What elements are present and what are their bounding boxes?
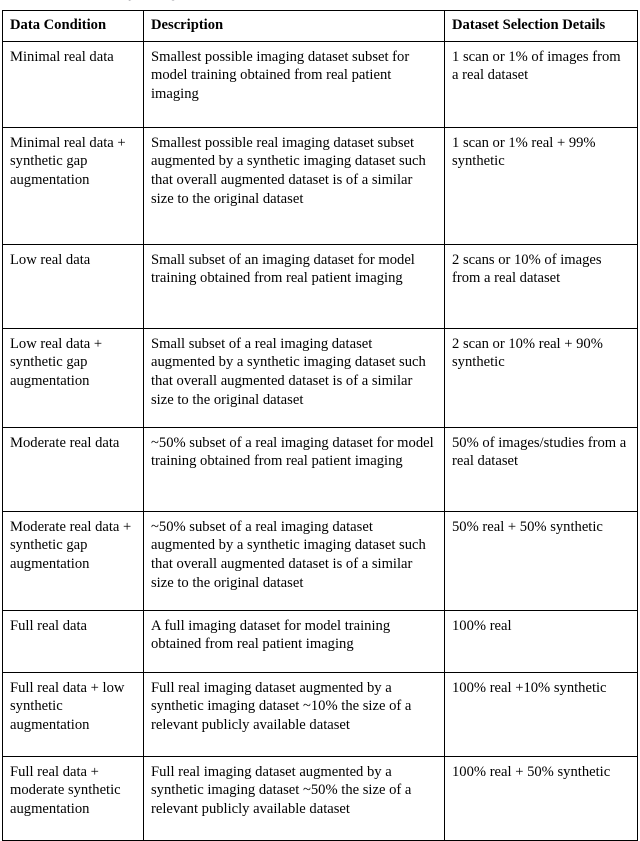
table-row: Low real data + synthetic gap augmentati… xyxy=(2,327,638,428)
cell-data-condition: Low real data xyxy=(2,243,144,329)
cell-dataset-selection-details: 50% real + 50% synthetic xyxy=(444,510,638,611)
column-header-dataset-selection-details: Dataset Selection Details xyxy=(444,10,638,42)
clipped-text-glyphs: ıl xyxy=(128,0,215,5)
table-header: Data Condition Description Dataset Selec… xyxy=(2,10,638,42)
cell-data-condition: Low real data + synthetic gap augmentati… xyxy=(2,327,144,428)
cell-data-condition: Full real data + low synthetic augmentat… xyxy=(2,671,144,757)
cell-data-condition: Moderate real data + synthetic gap augme… xyxy=(2,510,144,611)
table-row: Moderate real data ~50% subset of a real… xyxy=(2,426,638,512)
cell-description: Smallest possible imaging dataset subset… xyxy=(143,40,445,128)
cell-data-condition: Full real data xyxy=(2,609,144,673)
table-header-row: Data Condition Description Dataset Selec… xyxy=(2,10,638,42)
page-canvas: ıl Data Condition Description Dataset Se… xyxy=(0,0,640,841)
table-row: Minimal real data Smallest possible imag… xyxy=(2,40,638,128)
table-container: Data Condition Description Dataset Selec… xyxy=(2,10,638,841)
table-row: Minimal real data + synthetic gap augmen… xyxy=(2,126,638,245)
cell-description: ~50% subset of a real imaging dataset au… xyxy=(143,510,445,611)
cell-description: Full real imaging dataset augmented by a… xyxy=(143,671,445,757)
cell-dataset-selection-details: 2 scan or 10% real + 90% synthetic xyxy=(444,327,638,428)
cell-dataset-selection-details: 50% of images/studies from a real datase… xyxy=(444,426,638,512)
cell-dataset-selection-details: 100% real xyxy=(444,609,638,673)
clipped-text-artifact: ıl xyxy=(0,0,640,7)
column-header-data-condition: Data Condition xyxy=(2,10,144,42)
cell-description: Small subset of an imaging dataset for m… xyxy=(143,243,445,329)
cell-data-condition: Minimal real data + synthetic gap augmen… xyxy=(2,126,144,245)
cell-description: Smallest possible real imaging dataset s… xyxy=(143,126,445,245)
data-condition-table: Data Condition Description Dataset Selec… xyxy=(2,10,638,841)
cell-description: Small subset of a real imaging dataset a… xyxy=(143,327,445,428)
cell-dataset-selection-details: 1 scan or 1% of images from a real datas… xyxy=(444,40,638,128)
cell-dataset-selection-details: 100% real +10% synthetic xyxy=(444,671,638,757)
cell-dataset-selection-details: 100% real + 50% synthetic xyxy=(444,755,638,841)
cell-description: A full imaging dataset for model trainin… xyxy=(143,609,445,673)
cell-data-condition: Moderate real data xyxy=(2,426,144,512)
cell-description: Full real imaging dataset augmented by a… xyxy=(143,755,445,841)
table-body: Minimal real data Smallest possible imag… xyxy=(2,40,638,841)
cell-data-condition: Minimal real data xyxy=(2,40,144,128)
table-row: Full real data A full imaging dataset fo… xyxy=(2,609,638,673)
cell-description: ~50% subset of a real imaging dataset fo… xyxy=(143,426,445,512)
table-row: Moderate real data + synthetic gap augme… xyxy=(2,510,638,611)
table-row: Low real data Small subset of an imaging… xyxy=(2,243,638,329)
table-row: Full real data + low synthetic augmentat… xyxy=(2,671,638,757)
column-header-description: Description xyxy=(143,10,445,42)
cell-dataset-selection-details: 2 scans or 10% of images from a real dat… xyxy=(444,243,638,329)
cell-data-condition: Full real data + moderate synthetic augm… xyxy=(2,755,144,841)
cell-dataset-selection-details: 1 scan or 1% real + 99% synthetic xyxy=(444,126,638,245)
table-row: Full real data + moderate synthetic augm… xyxy=(2,755,638,841)
